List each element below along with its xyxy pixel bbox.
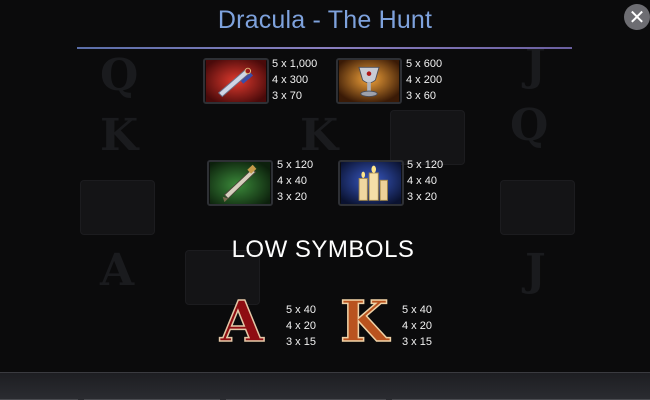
pay-line: 4 x 40	[277, 175, 307, 187]
pay-line: 4 x 20	[286, 320, 316, 332]
ghost-reel-symbol: Q	[510, 100, 549, 151]
chalice-icon	[336, 58, 402, 104]
pay-line: 4 x 40	[407, 175, 437, 187]
stake-icon	[207, 160, 273, 206]
pay-line: 3 x 15	[402, 336, 432, 348]
pay-line: 4 x 200	[406, 74, 443, 86]
pay-line: 5 x 600	[406, 58, 443, 70]
candles-icon	[338, 160, 404, 206]
pay-line: 5 x 120	[277, 159, 314, 171]
page-title: Dracula - The Hunt	[217, 6, 433, 34]
pay-line: 4 x 20	[402, 320, 432, 332]
low-symbols-heading: LOW SYMBOLS	[231, 236, 415, 263]
letter-k-symbol: K	[339, 289, 389, 355]
letter-a-symbol: A	[219, 289, 264, 355]
paytable-k: 5 x 40 4 x 20 3 x 15	[402, 302, 432, 350]
ghost-reel-tile	[80, 180, 155, 235]
paytable-chalice: 5 x 600 4 x 200 3 x 60	[406, 56, 442, 104]
ghost-reel-symbol: Q	[100, 50, 139, 101]
pay-line: 5 x 1,000	[272, 58, 318, 70]
paytable-candles: 5 x 120 4 x 40 3 x 20	[407, 157, 443, 205]
close-button[interactable]: ✕	[624, 4, 650, 30]
title-divider	[77, 47, 572, 49]
dagger-icon	[203, 58, 269, 104]
paytable-a: 5 x 40 4 x 20 3 x 15	[286, 302, 316, 350]
paytable-stake: 5 x 120 4 x 40 3 x 20	[277, 157, 313, 205]
pay-line: 3 x 60	[406, 90, 436, 102]
ghost-reel-tile	[500, 180, 575, 235]
pay-line: 3 x 15	[286, 336, 316, 348]
pay-line: 5 x 40	[286, 304, 316, 316]
pay-line: 5 x 120	[407, 159, 444, 171]
pay-line: 4 x 300	[272, 74, 309, 86]
paytable-dagger: 5 x 1,000 4 x 300 3 x 70	[272, 56, 317, 104]
pay-line: 3 x 20	[407, 191, 437, 203]
bottom-bar	[0, 372, 650, 400]
game-background: Q K A Q J J K	[0, 0, 650, 400]
pay-line: 3 x 20	[277, 191, 307, 203]
pay-line: 5 x 40	[402, 304, 432, 316]
ghost-reel-symbol: K	[300, 110, 339, 161]
pay-line: 3 x 70	[272, 90, 302, 102]
close-icon: ✕	[628, 5, 646, 29]
ghost-reel-symbol: K	[100, 110, 139, 161]
